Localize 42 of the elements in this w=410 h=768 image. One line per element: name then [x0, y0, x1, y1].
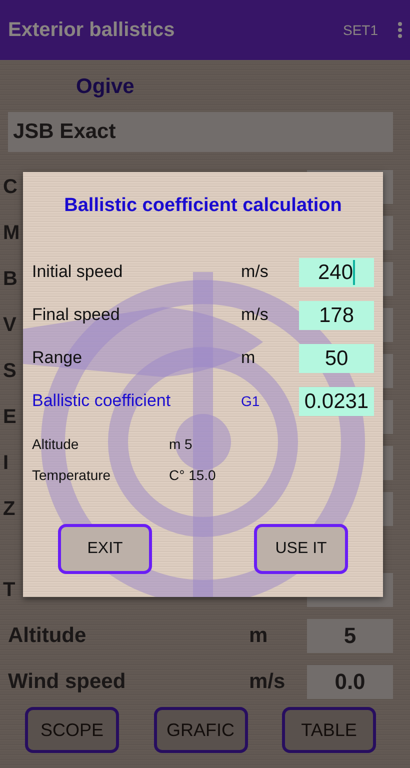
- field-label: T: [3, 579, 16, 601]
- field-label: V: [3, 314, 16, 336]
- field-label: Initial speed: [32, 262, 123, 282]
- field-label: Wind speed: [8, 670, 126, 694]
- more-menu-icon[interactable]: [398, 22, 402, 38]
- info-label: Temperature: [32, 466, 111, 482]
- dialog-button[interactable]: USE IT: [254, 524, 348, 574]
- unit-label: m/s: [241, 262, 268, 282]
- field-label: Final speed: [32, 305, 120, 324]
- field-label: Range: [32, 348, 82, 368]
- input-field[interactable]: 240: [299, 258, 374, 286]
- settings-set-button[interactable]: SET1: [342, 20, 378, 40]
- info-value: m 5: [169, 434, 192, 454]
- unit-label: m/s: [249, 670, 286, 694]
- unit-label: G1: [241, 393, 260, 410]
- unit-label: m: [249, 624, 268, 648]
- input-field[interactable]: 178: [299, 300, 374, 330]
- field-label: B: [3, 268, 18, 290]
- dialog-button[interactable]: EXIT: [58, 524, 152, 574]
- field-label: Altitude: [8, 624, 86, 648]
- unit-label: m: [241, 348, 256, 368]
- app-title: Exterior ballistics: [8, 18, 175, 43]
- field-label: I: [3, 452, 9, 474]
- result-field: 0.0231: [299, 386, 374, 416]
- info-label: Altitude: [32, 436, 79, 452]
- nav-button[interactable]: GRAFIC: [154, 707, 248, 753]
- field-label: S: [3, 360, 16, 382]
- field-label: Ballistic coefficient: [32, 391, 171, 410]
- section-title: Ogive: [76, 75, 134, 98]
- nav-button[interactable]: TABLE: [282, 707, 376, 753]
- field-label: M: [3, 222, 20, 244]
- input-field[interactable]: 0.0: [307, 665, 393, 699]
- projectile-field[interactable]: JSB Exact: [8, 112, 393, 152]
- dialog-title: Ballistic coefficient calculation: [64, 195, 342, 216]
- input-field[interactable]: 50: [299, 344, 374, 372]
- input-field[interactable]: 5: [307, 619, 393, 653]
- field-label: C: [3, 176, 18, 198]
- info-value: C° 15.0: [169, 466, 216, 484]
- field-label: Z: [3, 498, 16, 520]
- field-label: E: [3, 406, 16, 428]
- nav-button[interactable]: SCOPE: [25, 707, 119, 753]
- unit-label: m/s: [241, 305, 268, 324]
